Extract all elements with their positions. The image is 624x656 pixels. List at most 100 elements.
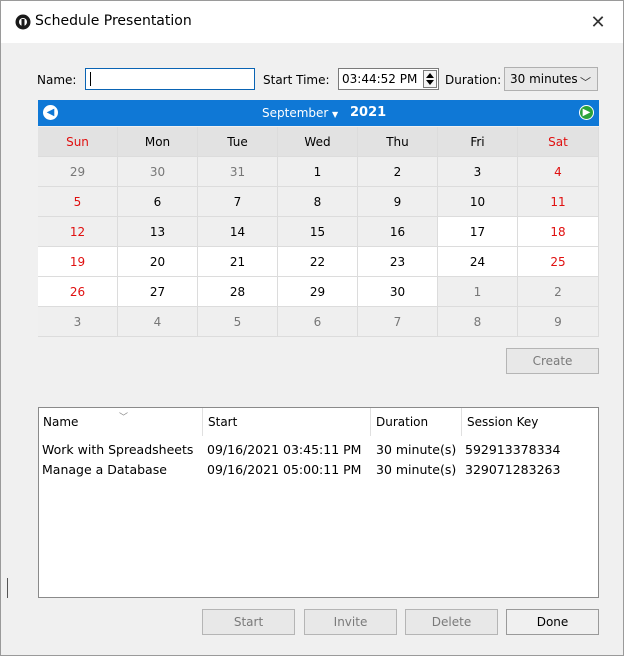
name-label: Name: <box>37 73 77 87</box>
close-button[interactable]: ✕ <box>581 9 615 35</box>
window-title: Schedule Presentation <box>35 13 192 29</box>
calendar-day[interactable]: 29 <box>278 277 358 307</box>
arrow-right-icon: ▶ <box>582 107 591 118</box>
invite-button[interactable]: Invite <box>304 609 397 635</box>
calendar-day[interactable]: 25 <box>518 247 599 277</box>
calendar-day[interactable]: 19 <box>38 247 118 277</box>
calendar-day[interactable]: 30 <box>118 157 198 187</box>
weekday-header: Mon <box>118 127 198 157</box>
start-time-input[interactable]: 03:44:52 PM <box>338 68 439 90</box>
delete-button[interactable]: Delete <box>405 609 498 635</box>
name-input[interactable] <box>85 68 255 90</box>
column-header-name-label: Name <box>43 415 79 429</box>
sessions-list[interactable]: Name ﹀ Start Duration Session Key Work w… <box>38 407 599 598</box>
column-header-session-key[interactable]: Session Key <box>463 408 598 436</box>
calendar-day[interactable]: 12 <box>38 217 118 247</box>
session-row[interactable]: Work with Spreadsheets 09/16/2021 03:45:… <box>39 440 598 460</box>
calendar-day[interactable]: 6 <box>118 187 198 217</box>
calendar-day[interactable]: 9 <box>358 187 438 217</box>
chevron-down-icon: ﹀ <box>580 76 591 89</box>
calendar-day[interactable]: 30 <box>358 277 438 307</box>
calendar-day[interactable]: 11 <box>518 187 599 217</box>
title-bar: Schedule Presentation ✕ <box>1 1 623 43</box>
column-header-start[interactable]: Start <box>204 408 371 436</box>
sort-indicator-icon: ﹀ <box>119 413 129 423</box>
calendar-day[interactable]: 1 <box>438 277 518 307</box>
calendar-day[interactable]: 29 <box>38 157 118 187</box>
calendar-day[interactable]: 6 <box>278 307 358 337</box>
calendar-grid: Sun Mon Tue Wed Thu Fri Sat 29 30 31 1 2 3 4 5 6 7 8 9 10 11… <box>38 127 599 337</box>
calendar-day[interactable]: 20 <box>118 247 198 277</box>
session-name: Manage a Database <box>42 462 167 477</box>
calendar-day[interactable]: 7 <box>358 307 438 337</box>
session-row[interactable]: Manage a Database 09/16/2021 05:00:11 PM… <box>39 460 598 480</box>
spin-down-icon[interactable] <box>426 80 434 85</box>
duration-value: 30 minutes <box>510 72 578 86</box>
invite-button-label: Invite <box>333 615 368 629</box>
start-time-label: Start Time: <box>263 73 330 87</box>
calendar-day[interactable]: 8 <box>278 187 358 217</box>
calendar-day[interactable]: 3 <box>38 307 118 337</box>
weekday-header: Sat <box>518 127 599 157</box>
start-button[interactable]: Start <box>202 609 295 635</box>
session-duration: 30 minute(s) <box>376 442 457 457</box>
done-button[interactable]: Done <box>506 609 599 635</box>
calendar-day[interactable]: 22 <box>278 247 358 277</box>
calendar-day[interactable]: 13 <box>118 217 198 247</box>
month-label[interactable]: September <box>262 106 328 120</box>
calendar-day[interactable]: 4 <box>118 307 198 337</box>
calendar-day[interactable]: 14 <box>198 217 278 247</box>
calendar-day[interactable]: 1 <box>278 157 358 187</box>
calendar-day[interactable]: 5 <box>38 187 118 217</box>
duration-label: Duration: <box>445 73 502 87</box>
calendar-day[interactable]: 17 <box>438 217 518 247</box>
calendar-day[interactable]: 4 <box>518 157 599 187</box>
next-month-button[interactable]: ▶ <box>579 105 594 120</box>
spin-up-icon[interactable] <box>426 73 434 78</box>
calendar-day[interactable]: 9 <box>518 307 599 337</box>
calendar-day[interactable]: 5 <box>198 307 278 337</box>
presentation-app-icon <box>15 14 31 30</box>
column-header-session-key-label: Session Key <box>467 415 539 429</box>
calendar-day[interactable]: 2 <box>518 277 599 307</box>
calendar-day[interactable]: 26 <box>38 277 118 307</box>
calendar-day[interactable]: 27 <box>118 277 198 307</box>
session-start: 09/16/2021 03:45:11 PM <box>207 442 362 457</box>
session-name: Work with Spreadsheets <box>42 442 194 457</box>
year-label[interactable]: 2021 <box>350 105 386 120</box>
start-button-label: Start <box>233 615 264 629</box>
weekday-header: Wed <box>278 127 358 157</box>
session-start: 09/16/2021 05:00:11 PM <box>207 462 362 477</box>
close-icon: ✕ <box>590 11 606 33</box>
calendar-day[interactable]: 31 <box>198 157 278 187</box>
arrow-left-icon: ◀ <box>46 107 55 118</box>
calendar-day[interactable]: 7 <box>198 187 278 217</box>
start-time-value: 03:44:52 PM <box>342 72 418 86</box>
weekday-header: Sun <box>38 127 118 157</box>
weekday-header: Fri <box>438 127 518 157</box>
previous-month-button[interactable]: ◀ <box>43 105 58 120</box>
calendar-day[interactable]: 3 <box>438 157 518 187</box>
calendar-day[interactable]: 16 <box>358 217 438 247</box>
calendar-day[interactable]: 23 <box>358 247 438 277</box>
time-spinner[interactable] <box>423 70 437 88</box>
calendar-day[interactable]: 8 <box>438 307 518 337</box>
calendar-day[interactable]: 10 <box>438 187 518 217</box>
calendar-header: ◀ September ▼ 2021 ▶ <box>38 100 599 126</box>
text-caret <box>90 72 91 86</box>
calendar-day[interactable]: 18 <box>518 217 599 247</box>
divider <box>7 578 8 598</box>
calendar-day[interactable]: 24 <box>438 247 518 277</box>
session-duration: 30 minute(s) <box>376 462 457 477</box>
calendar-day[interactable]: 15 <box>278 217 358 247</box>
duration-select[interactable]: 30 minutes ﹀ <box>504 67 598 91</box>
schedule-presentation-dialog: Schedule Presentation ✕ Name: Start Time… <box>0 0 624 656</box>
create-button[interactable]: Create <box>506 348 599 374</box>
month-dropdown-icon[interactable]: ▼ <box>332 110 338 119</box>
column-header-name[interactable]: Name ﹀ <box>39 408 203 436</box>
column-header-duration[interactable]: Duration <box>372 408 462 436</box>
calendar-day[interactable]: 21 <box>198 247 278 277</box>
create-button-label: Create <box>532 354 573 368</box>
calendar-day[interactable]: 2 <box>358 157 438 187</box>
calendar-day[interactable]: 28 <box>198 277 278 307</box>
